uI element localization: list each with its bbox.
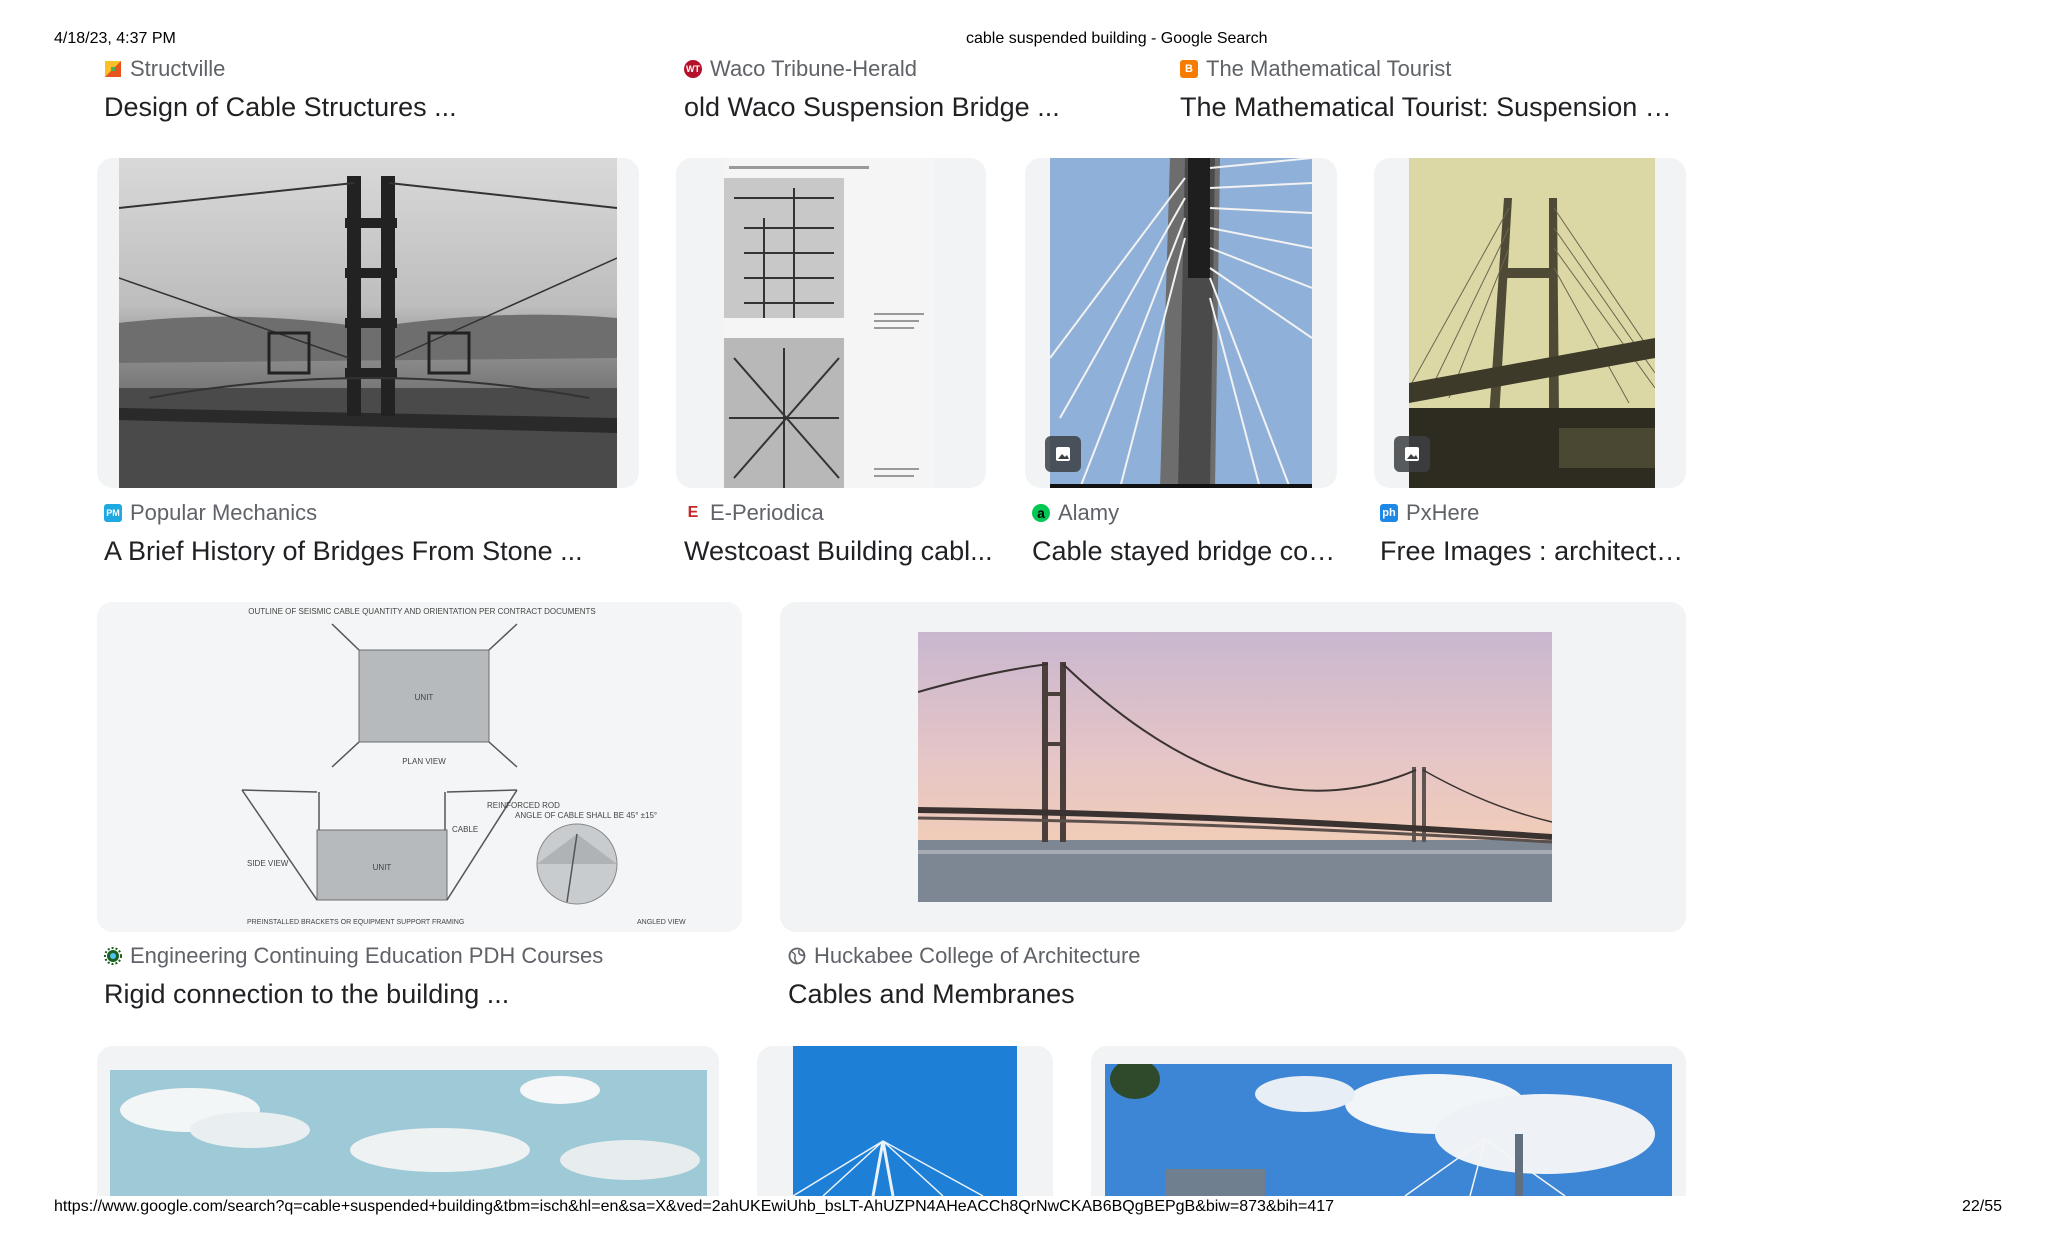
result-source[interactable]: WT Waco Tribune-Herald — [684, 56, 1104, 82]
waco-tribune-favicon: WT — [684, 60, 702, 78]
result-item[interactable]: Structville Design of Cable Structures .… — [104, 56, 624, 123]
diagram-plan-view-label: PLAN VIEW — [402, 757, 446, 766]
result-source[interactable]: Structville — [104, 56, 624, 82]
popular-mechanics-favicon: PM — [104, 504, 122, 522]
seismic-cable-diagram: OUTLINE OF SEISMIC CABLE QUANTITY AND OR… — [97, 602, 742, 932]
diagram-reinforced-rod-label: REINFORCED ROD — [487, 801, 560, 810]
result-item[interactable]: PM Popular Mechanics A Brief History of … — [104, 500, 644, 567]
blogger-favicon: B — [1180, 60, 1198, 78]
document-scan-photo — [724, 158, 934, 488]
image-card[interactable] — [757, 1046, 1053, 1196]
result-title[interactable]: A Brief History of Bridges From Stone ..… — [104, 536, 644, 567]
diagram-unit-label: UNIT — [415, 693, 434, 702]
diagram-bottom-note: PREINSTALLED BRACKETS OR EQUIPMENT SUPPO… — [247, 919, 464, 926]
source-name: Alamy — [1058, 500, 1120, 525]
pxhere-favicon: ph — [1380, 504, 1398, 522]
result-source[interactable]: a Alamy — [1032, 500, 1342, 526]
diagram-unit-label: UNIT — [373, 863, 392, 872]
result-source[interactable]: E E-Periodica — [684, 500, 994, 526]
image-icon — [1045, 436, 1081, 472]
source-name: Waco Tribune-Herald — [710, 56, 918, 81]
source-name: PxHere — [1406, 500, 1480, 525]
source-name: Engineering Continuing Education PDH Cou… — [130, 943, 604, 968]
result-title[interactable]: Rigid connection to the building ... — [104, 979, 744, 1010]
image-card[interactable] — [1091, 1046, 1686, 1196]
result-item[interactable]: ph PxHere Free Images : architectu... — [1380, 500, 1690, 567]
result-item[interactable]: B The Mathematical Tourist The Mathemati… — [1180, 56, 1680, 123]
diagram-angle-note: ANGLE OF CABLE SHALL BE 45° ±15° — [515, 811, 657, 820]
image-icon — [1394, 436, 1430, 472]
print-page-number: 22/55 — [1962, 1198, 2003, 1215]
result-source[interactable]: PM Popular Mechanics — [104, 500, 644, 526]
diagram-angled-view-label: ANGLED VIEW — [637, 919, 686, 926]
image-card[interactable] — [1374, 158, 1686, 488]
result-title[interactable]: The Mathematical Tourist: Suspension R..… — [1180, 92, 1680, 123]
result-title[interactable]: Cables and Membranes — [788, 979, 1428, 1010]
print-url: https://www.google.com/search?q=cable+su… — [54, 1198, 1335, 1215]
result-source[interactable]: Engineering Continuing Education PDH Cou… — [104, 943, 744, 969]
print-datetime: 4/18/23, 4:37 PM — [54, 30, 176, 47]
cable-bridge-blue-photo — [793, 1046, 1017, 1196]
globe-icon — [788, 947, 806, 965]
result-item[interactable]: Engineering Continuing Education PDH Cou… — [104, 943, 744, 1010]
image-card[interactable] — [676, 158, 986, 488]
result-title[interactable]: old Waco Suspension Bridge ... — [684, 92, 1104, 123]
image-card[interactable] — [97, 1046, 719, 1196]
print-page-title: cable suspended building - Google Search — [966, 30, 1268, 47]
bridge-construction-photo — [119, 158, 617, 488]
e-periodica-favicon: E — [684, 504, 702, 522]
bridge-clouds-photo — [1105, 1064, 1672, 1196]
alamy-favicon: a — [1032, 504, 1050, 522]
result-source[interactable]: ph PxHere — [1380, 500, 1690, 526]
result-source[interactable]: Huckabee College of Architecture — [788, 943, 1428, 969]
result-item[interactable]: E E-Periodica Westcoast Building cabl... — [684, 500, 994, 567]
image-card[interactable]: OUTLINE OF SEISMIC CABLE QUANTITY AND OR… — [97, 602, 742, 932]
result-item[interactable]: WT Waco Tribune-Herald old Waco Suspensi… — [684, 56, 1104, 123]
image-card[interactable] — [780, 602, 1686, 932]
image-card[interactable] — [1025, 158, 1337, 488]
diagram-side-view-label: SIDE VIEW — [247, 859, 289, 868]
result-item[interactable]: a Alamy Cable stayed bridge con... — [1032, 500, 1342, 567]
result-title[interactable]: Cable stayed bridge con... — [1032, 536, 1342, 567]
result-title[interactable]: Free Images : architectu... — [1380, 536, 1690, 567]
diagram-cable-label: CABLE — [452, 825, 478, 834]
result-title[interactable]: Westcoast Building cabl... — [684, 536, 994, 567]
source-name: Popular Mechanics — [130, 500, 318, 525]
source-name: E-Periodica — [710, 500, 824, 525]
bridge-sepia-photo — [1409, 158, 1655, 488]
result-item[interactable]: Huckabee College of Architecture Cables … — [788, 943, 1428, 1010]
image-card[interactable] — [97, 158, 639, 488]
diagram-top-note: OUTLINE OF SEISMIC CABLE QUANTITY AND OR… — [248, 607, 595, 616]
suspension-bridge-sunset-photo — [918, 632, 1552, 902]
source-name: The Mathematical Tourist — [1206, 56, 1452, 81]
cable-stayed-tower-photo — [1050, 158, 1312, 488]
source-name: Structville — [130, 56, 226, 81]
structville-favicon — [104, 60, 122, 78]
result-title[interactable]: Design of Cable Structures ... — [104, 92, 624, 123]
cloudy-sky-photo — [110, 1070, 707, 1196]
result-source[interactable]: B The Mathematical Tourist — [1180, 56, 1680, 82]
source-name: Huckabee College of Architecture — [814, 943, 1141, 968]
gear-favicon — [104, 947, 122, 965]
